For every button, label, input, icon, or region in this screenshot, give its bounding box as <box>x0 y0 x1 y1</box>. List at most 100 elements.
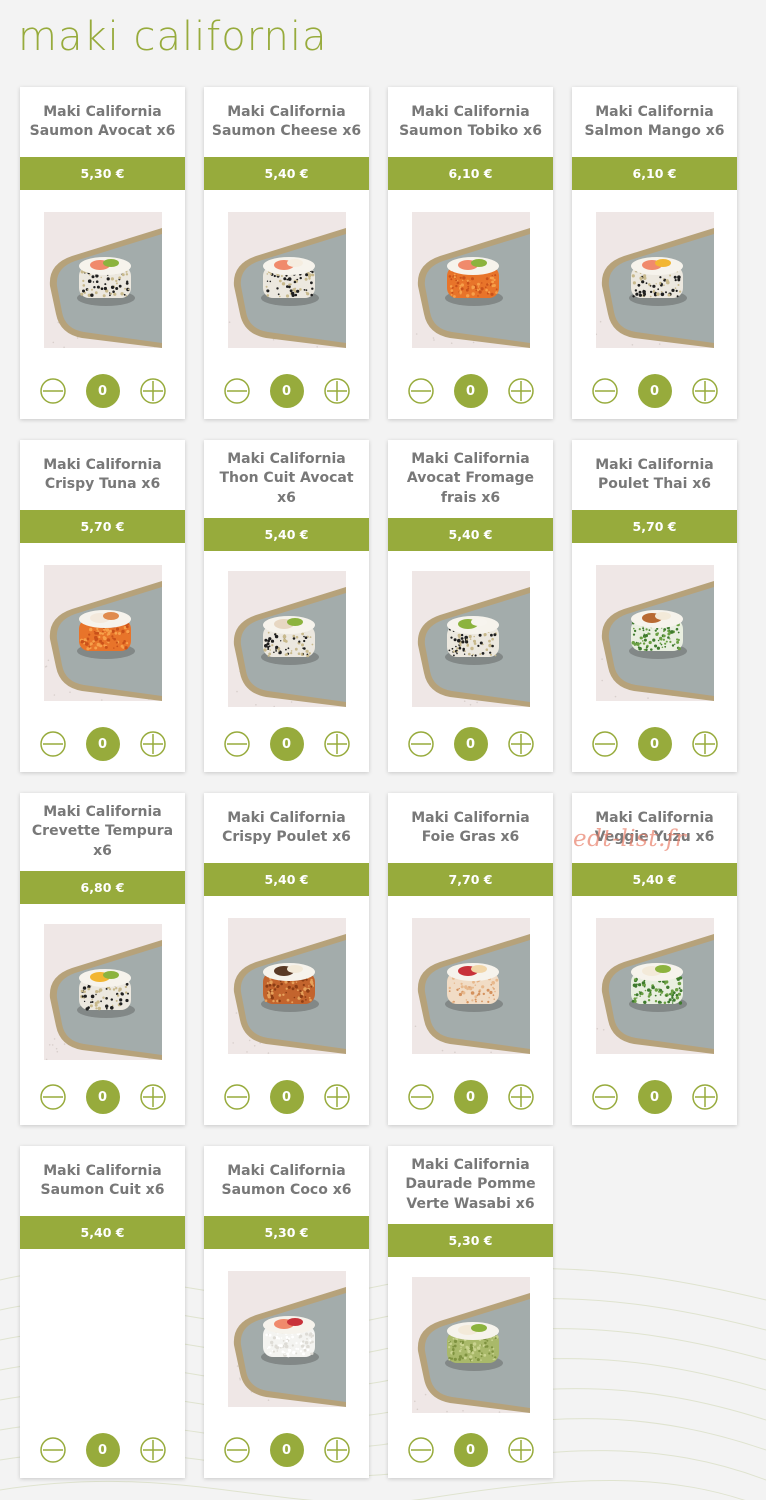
product-photo <box>595 212 714 348</box>
quantity-stepper: 0 <box>388 1433 553 1467</box>
minus-circle-icon[interactable] <box>39 1437 66 1463</box>
minus-circle-icon[interactable] <box>223 378 250 404</box>
product-photo <box>227 918 346 1054</box>
quantity-count: 0 <box>85 374 120 408</box>
minus-circle-icon[interactable] <box>223 731 250 757</box>
plus-circle-icon[interactable] <box>691 731 718 757</box>
minus-circle-icon[interactable] <box>39 378 66 404</box>
product-name: Maki California Saumon Cheese x6 <box>211 103 362 140</box>
quantity-count: 0 <box>269 727 304 761</box>
product-photo <box>43 924 162 1060</box>
product-card: Maki California Saumon Tobiko x6 6,10 € 0 <box>388 87 553 419</box>
product-name: Maki California Crevette Tempura x6 <box>31 803 174 859</box>
product-card: Maki California Crevette Tempura x6 6,80 … <box>20 793 185 1125</box>
minus-circle-icon[interactable] <box>591 378 618 404</box>
quantity-count: 0 <box>453 1080 488 1114</box>
product-price: 5,40 € <box>388 518 553 551</box>
watermark-text: edt-list.fr <box>573 826 687 852</box>
product-card: Maki California Daurade Pomme Verte Wasa… <box>388 1146 553 1478</box>
plus-circle-icon[interactable] <box>323 731 350 757</box>
minus-circle-icon[interactable] <box>407 1437 434 1463</box>
product-card: Maki California Saumon Coco x6 5,30 € 0 <box>204 1146 369 1478</box>
product-photo <box>227 212 346 348</box>
product-price: 5,40 € <box>204 157 369 190</box>
product-name: Maki California Avocat Fromage frais x6 <box>406 450 535 506</box>
product-name-area: Maki California Crevette Tempura x6 <box>20 793 185 871</box>
product-grid: Maki California Saumon Avocat x6 5,30 €0 M… <box>20 87 737 1478</box>
plus-circle-icon[interactable] <box>139 1084 166 1110</box>
quantity-stepper: 0 <box>572 727 737 761</box>
minus-circle-icon[interactable] <box>591 1084 618 1110</box>
quantity-stepper: 0 <box>572 374 737 408</box>
product-name-area: Maki California Salmon Mango x6 <box>572 87 737 157</box>
minus-circle-icon[interactable] <box>223 1437 250 1463</box>
product-photo <box>43 212 162 348</box>
product-name-area: Maki California Crispy Poulet x6 <box>204 793 369 863</box>
minus-circle-icon[interactable] <box>591 731 618 757</box>
product-price: 6,80 € <box>20 871 185 904</box>
quantity-stepper: 0 <box>204 1080 369 1114</box>
product-card: Maki California Saumon Avocat x6 5,30 € 0 <box>20 87 185 419</box>
product-name-area: Maki California Thon Cuit Avocat x6 <box>204 440 369 518</box>
quantity-stepper: 0 <box>388 374 553 408</box>
product-photo <box>411 212 530 348</box>
minus-circle-icon[interactable] <box>407 731 434 757</box>
product-name-area: Maki California Saumon Tobiko x6 <box>388 87 553 157</box>
plus-circle-icon[interactable] <box>139 1437 166 1463</box>
product-card: Maki California Avocat Fromage frais x6 5… <box>388 440 553 772</box>
minus-circle-icon[interactable] <box>407 378 434 404</box>
product-name: Maki California Foie Gras x6 <box>411 809 530 846</box>
plus-circle-icon[interactable] <box>139 731 166 757</box>
product-name: Maki California Saumon Coco x6 <box>221 1162 352 1199</box>
product-name-area: Maki California Poulet Thai x6 <box>572 440 737 510</box>
product-price: 5,30 € <box>388 1224 553 1257</box>
product-name: Maki California Poulet Thai x6 <box>595 456 714 493</box>
product-card: Maki California Saumon Cuit x6 5,40 € 0 <box>20 1146 185 1478</box>
product-photo <box>595 565 714 701</box>
product-photo <box>411 571 530 707</box>
product-name-area: Maki California Saumon Cheese x6 <box>204 87 369 157</box>
product-name: Maki California Daurade Pomme Verte Wasa… <box>405 1156 536 1212</box>
product-photo <box>44 1271 162 1407</box>
product-name-area: Maki California Daurade Pomme Verte Wasa… <box>388 1146 553 1224</box>
plus-circle-icon[interactable] <box>323 378 350 404</box>
quantity-count: 0 <box>269 1433 304 1467</box>
quantity-stepper: 0 <box>572 1080 737 1114</box>
plus-circle-icon[interactable] <box>691 1084 718 1110</box>
plus-circle-icon[interactable] <box>507 731 534 757</box>
plus-circle-icon[interactable] <box>507 1084 534 1110</box>
quantity-count: 0 <box>453 727 488 761</box>
plus-circle-icon[interactable] <box>139 378 166 404</box>
page-title: maki california <box>18 14 328 60</box>
quantity-stepper: 0 <box>20 1433 185 1467</box>
quantity-stepper: 0 <box>204 374 369 408</box>
minus-circle-icon[interactable] <box>39 1084 66 1110</box>
quantity-stepper: 0 <box>388 1080 553 1114</box>
plus-circle-icon[interactable] <box>507 378 534 404</box>
product-name: Maki California Crispy Tuna x6 <box>43 456 162 493</box>
plus-circle-icon[interactable] <box>323 1084 350 1110</box>
product-card: Maki California Poulet Thai x6 5,70 € 0 <box>572 440 737 772</box>
product-card: Maki California Saumon Cheese x6 5,40 € 0 <box>204 87 369 419</box>
product-card: Maki California Foie Gras x6 7,70 € 0 <box>388 793 553 1125</box>
quantity-count: 0 <box>637 1080 672 1114</box>
product-price: 5,40 € <box>572 863 737 896</box>
plus-circle-icon[interactable] <box>323 1437 350 1463</box>
plus-circle-icon[interactable] <box>691 378 718 404</box>
quantity-stepper: 0 <box>204 1433 369 1467</box>
product-photo <box>411 918 530 1054</box>
product-name: Maki California Saumon Tobiko x6 <box>399 103 542 140</box>
product-card: Maki California Salmon Mango x6 6,10 € 0 <box>572 87 737 419</box>
plus-circle-icon[interactable] <box>507 1437 534 1463</box>
minus-circle-icon[interactable] <box>407 1084 434 1110</box>
product-name-area: Maki California Saumon Avocat x6 <box>20 87 185 157</box>
product-price: 7,70 € <box>388 863 553 896</box>
product-name-area: Maki California Foie Gras x6 <box>388 793 553 863</box>
minus-circle-icon[interactable] <box>39 731 66 757</box>
quantity-stepper: 0 <box>20 374 185 408</box>
product-name-area: Maki California Saumon Coco x6 <box>204 1146 369 1216</box>
product-photo <box>595 918 714 1054</box>
quantity-stepper: 0 <box>388 727 553 761</box>
minus-circle-icon[interactable] <box>223 1084 250 1110</box>
product-price: 5,40 € <box>204 518 369 551</box>
